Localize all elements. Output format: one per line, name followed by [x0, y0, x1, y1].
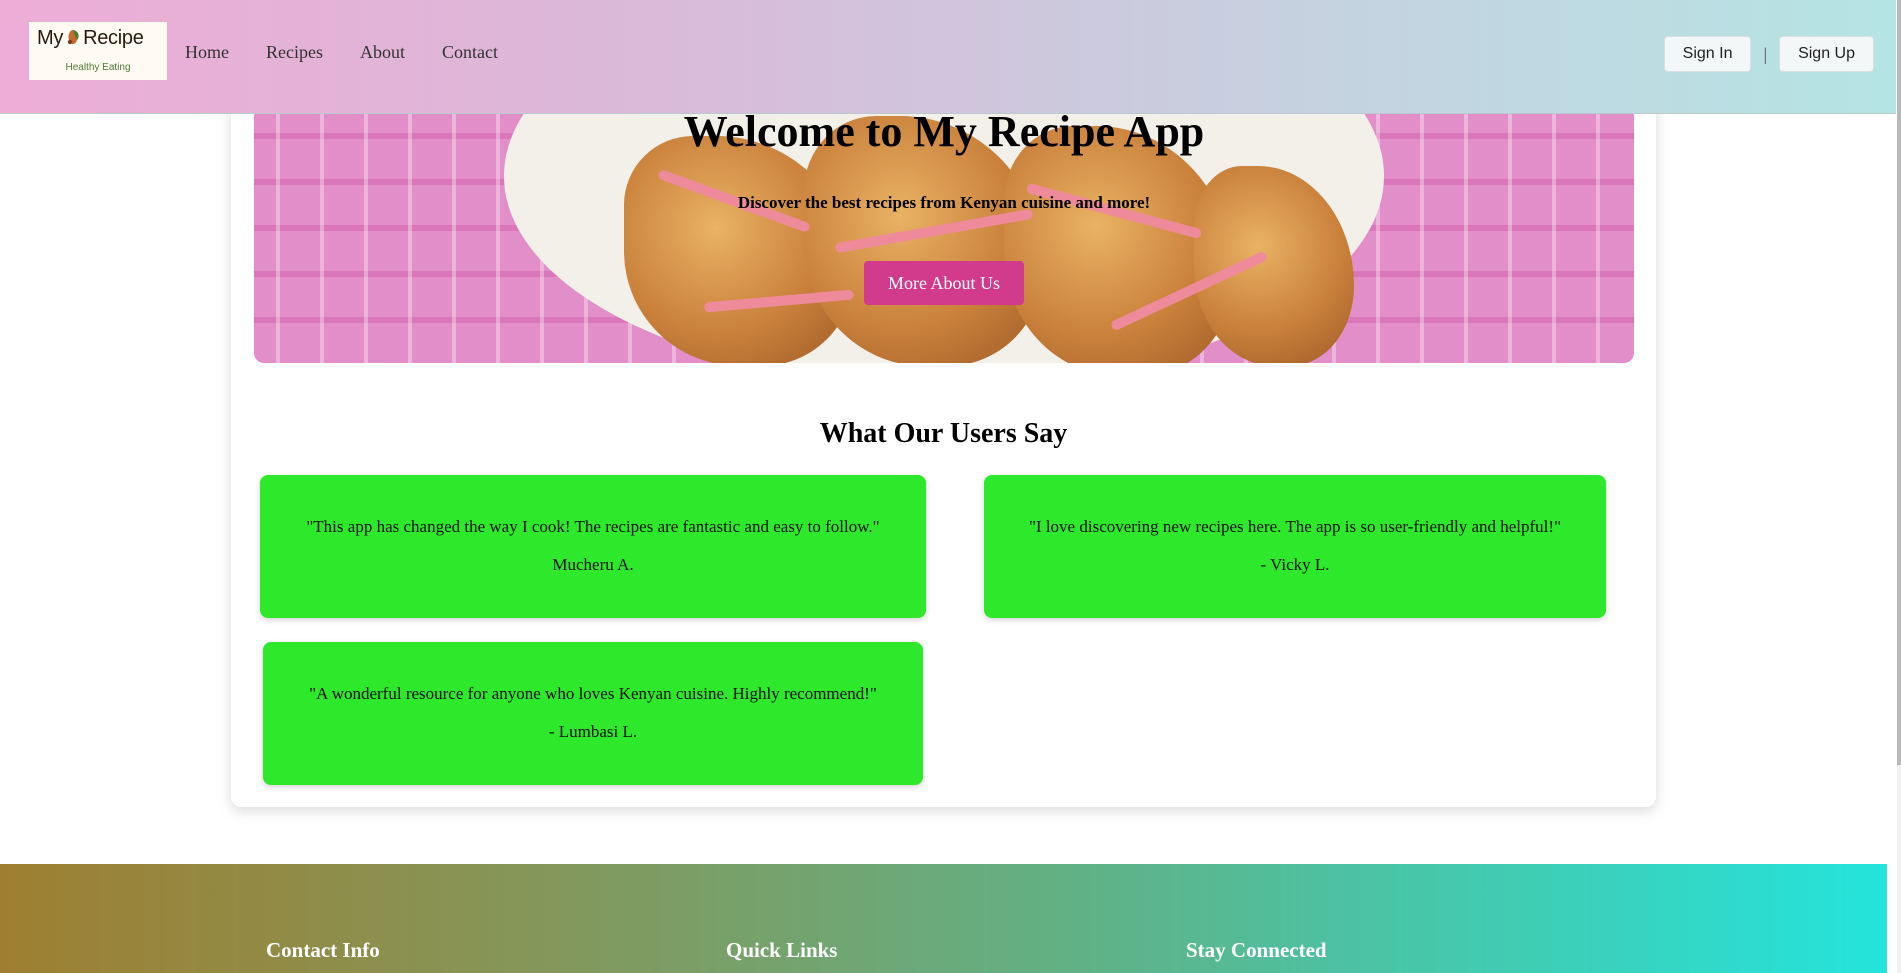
testimonials-heading: What Our Users Say — [819, 418, 1068, 449]
hero-subtitle: Discover the best recipes from Kenyan cu… — [737, 193, 1151, 212]
testimonial-author: Mucheru A. — [552, 555, 634, 574]
testimonial-quote: "I love discovering new recipes here. Th… — [1028, 517, 1562, 536]
nav-contact[interactable]: Contact — [442, 42, 498, 63]
leaf-icon — [67, 30, 79, 45]
footer-stay-connected-heading: Stay Connected — [1186, 938, 1327, 962]
site-header: My Recipe Healthy Eating Home Recipes Ab… — [0, 0, 1896, 114]
nav-about[interactable]: About — [360, 42, 405, 63]
logo-wordmark: My Recipe — [37, 27, 144, 50]
testimonial-quote: "A wonderful resource for anyone who lov… — [309, 684, 877, 703]
testimonial-author: - Lumbasi L. — [548, 722, 638, 741]
site-logo[interactable]: My Recipe Healthy Eating — [29, 22, 167, 80]
testimonial-card: "This app has changed the way I cook! Th… — [260, 475, 926, 618]
main-nav: Home Recipes About Contact — [185, 42, 535, 63]
testimonial-card: "I love discovering new recipes here. Th… — [984, 475, 1606, 618]
nav-recipes[interactable]: Recipes — [266, 42, 323, 63]
testimonial-author: - Vicky L. — [1260, 555, 1330, 574]
site-footer: Contact Info Quick Links Stay Connected — [0, 864, 1887, 973]
more-about-us-button[interactable]: More About Us — [864, 261, 1024, 305]
sign-in-button[interactable]: Sign In — [1663, 36, 1752, 72]
testimonial-quote: "This app has changed the way I cook! Th… — [306, 517, 880, 536]
auth-separator: | — [1763, 43, 1768, 64]
sign-up-button[interactable]: Sign Up — [1779, 36, 1874, 72]
nav-home[interactable]: Home — [185, 42, 229, 63]
page-scrollbar-thumb[interactable] — [1897, 0, 1901, 765]
hero-banner: Welcome to My Recipe App Discover the be… — [254, 86, 1634, 363]
auth-buttons: Sign In | Sign Up — [1663, 36, 1874, 72]
logo-text-recipe: Recipe — [83, 27, 144, 49]
footer-contact-info-heading: Contact Info — [266, 938, 380, 962]
testimonial-card: "A wonderful resource for anyone who lov… — [263, 642, 923, 785]
footer-quick-links-heading: Quick Links — [726, 938, 838, 962]
logo-text-my: My — [37, 27, 64, 49]
logo-tagline: Healthy Eating — [65, 62, 131, 73]
